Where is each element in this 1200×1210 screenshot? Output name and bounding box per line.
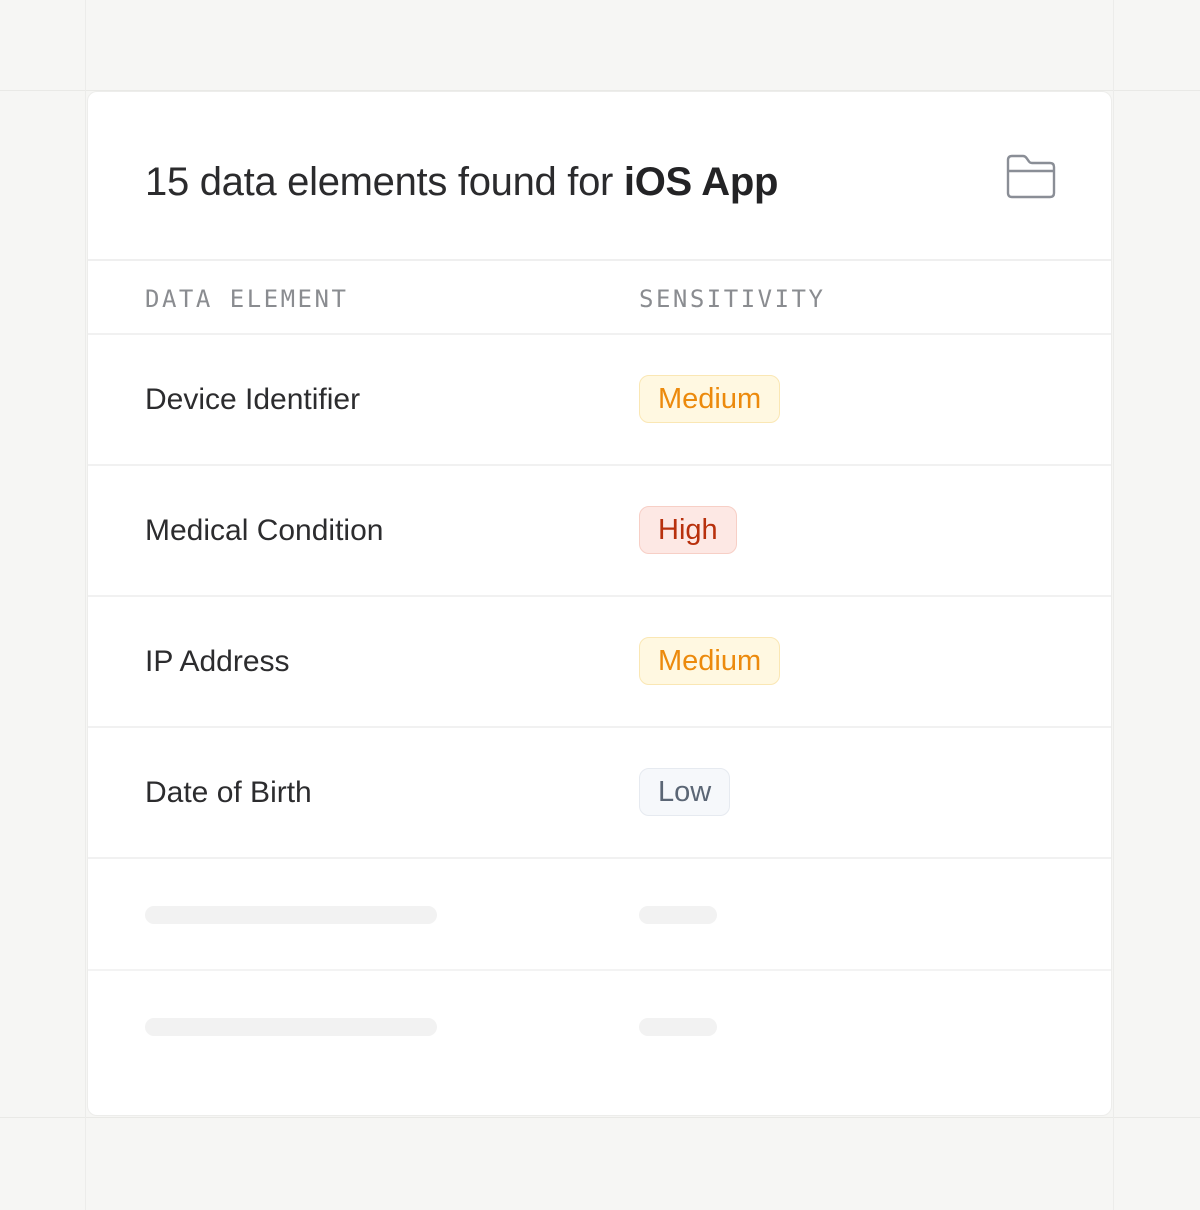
skeleton-bar-name [145,1018,437,1036]
data-elements-card: 15 data elements found for iOS App DATA … [87,91,1112,1116]
data-element-name: Date of Birth [145,776,312,809]
grid-line-right [1113,0,1114,1210]
skeleton-bar-sensitivity [639,906,717,924]
skeleton-bar-name [145,906,437,924]
sensitivity-badge: Medium [639,375,781,423]
grid-line-bottom [0,1117,1200,1118]
sensitivity-badge: High [639,506,737,554]
skeleton-row [88,859,1111,971]
table-row[interactable]: Date of Birth Low [88,728,1111,859]
skeleton-bar-sensitivity [639,1018,717,1036]
data-element-name: IP Address [145,645,290,678]
table-row[interactable]: Device Identifier Medium [88,335,1111,466]
folder-icon[interactable] [1005,152,1057,200]
column-header-sensitivity[interactable]: SENSITIVITY [639,285,825,313]
sensitivity-badge: Low [639,768,731,816]
skeleton-row [88,971,1111,1083]
table-row[interactable]: Medical Condition High [88,466,1111,597]
sensitivity-badge: Medium [639,637,781,685]
card-header: 15 data elements found for iOS App [88,92,1111,261]
app-name: iOS App [623,160,779,204]
grid-line-left [85,0,86,1210]
table-header: DATA ELEMENT SENSITIVITY [88,261,1111,335]
data-element-name: Device Identifier [145,383,361,416]
table-row[interactable]: IP Address Medium [88,597,1111,728]
title-prefix: 15 data elements found for [145,160,614,204]
page-title: 15 data elements found for iOS App [145,158,778,206]
column-header-data-element[interactable]: DATA ELEMENT [145,285,348,313]
data-element-name: Medical Condition [145,514,384,547]
